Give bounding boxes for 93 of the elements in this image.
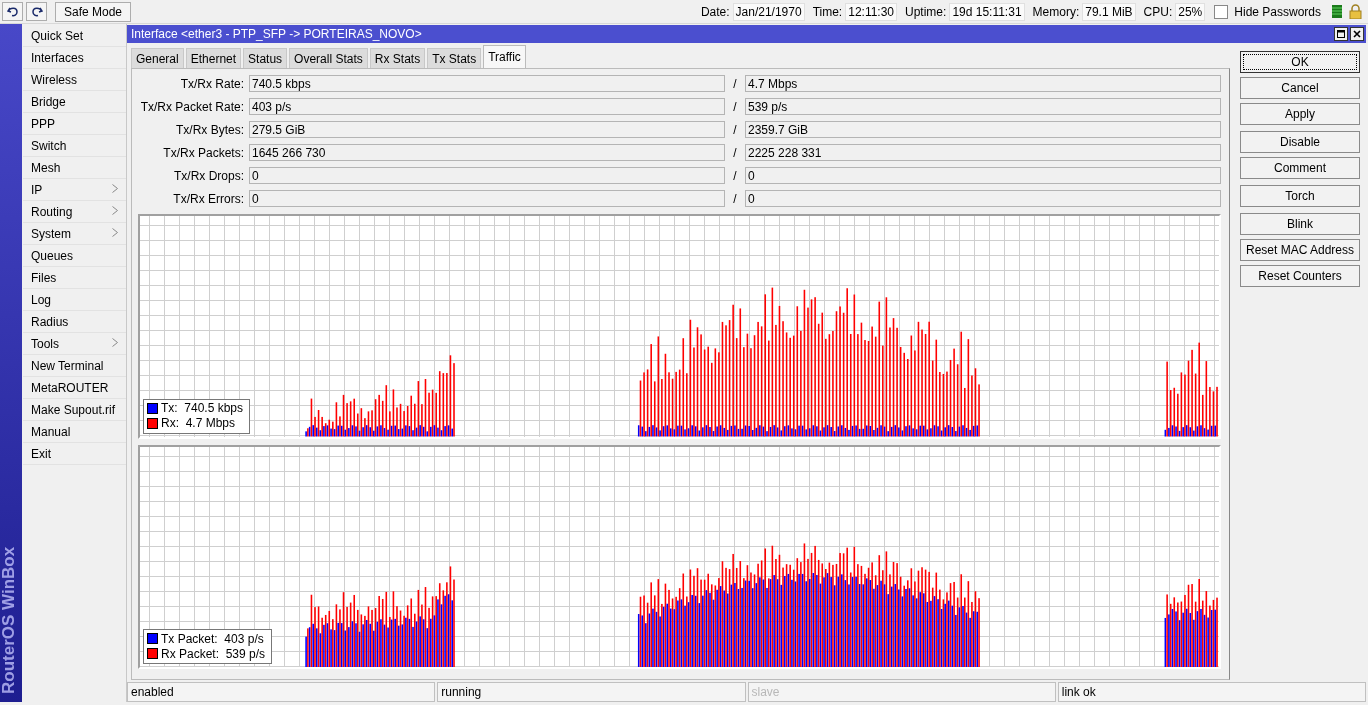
separator: / xyxy=(732,191,738,206)
signal-bars-icon xyxy=(1332,5,1342,18)
legend-label: Tx Packet: 403 p/s xyxy=(161,631,264,646)
tx-value-field: 1645 266 730 xyxy=(249,144,725,161)
menu-item[interactable]: Quick Set xyxy=(23,25,126,47)
action-button[interactable]: OK xyxy=(1240,51,1360,73)
menu-item[interactable]: MetaROUTER xyxy=(23,377,126,399)
separator: / xyxy=(732,76,738,91)
status-cell: running xyxy=(437,682,746,702)
status-label: Time: xyxy=(812,4,843,19)
status-value: 25% xyxy=(1175,2,1206,21)
action-button[interactable]: Comment xyxy=(1240,157,1360,179)
lock-icon xyxy=(1349,4,1362,19)
menu-item[interactable]: Routing xyxy=(23,201,126,223)
menu-item[interactable]: Make Supout.rif xyxy=(23,399,126,421)
undo-button[interactable] xyxy=(2,2,23,21)
tx-value-field: 403 p/s xyxy=(249,98,725,115)
menu-item[interactable]: Files xyxy=(23,267,126,289)
action-button[interactable]: Apply xyxy=(1240,103,1360,125)
tab[interactable]: Status xyxy=(243,48,288,68)
brand-text: RouterOS WinBox xyxy=(0,546,19,694)
status-value: 79.1 MiB xyxy=(1082,2,1136,21)
menu-item[interactable]: Interfaces xyxy=(23,47,126,69)
status-label: Date: xyxy=(700,4,730,19)
legend-label: Rx: 4.7 Mbps xyxy=(161,416,236,430)
status-label: Memory: xyxy=(1032,4,1080,19)
field-label: Tx/Rx Bytes: xyxy=(175,122,244,137)
rx-value-field: 539 p/s xyxy=(745,98,1221,115)
close-icon xyxy=(1353,30,1361,38)
menu-item[interactable]: PPP xyxy=(23,113,126,135)
tab[interactable]: Rx Stats xyxy=(369,48,426,68)
status-label: Uptime: xyxy=(905,4,947,19)
action-button[interactable]: Disable xyxy=(1240,131,1360,153)
rx-value-field: 4.7 Mbps xyxy=(745,75,1221,92)
tab[interactable]: General xyxy=(131,48,184,68)
action-button[interactable]: Reset Counters xyxy=(1240,265,1360,287)
tab[interactable]: Overall Stats xyxy=(289,48,368,68)
status-value: 12:11:30 xyxy=(845,2,898,21)
tab[interactable]: Traffic xyxy=(483,45,526,68)
hide-passwords-label: Hide Passwords xyxy=(1234,4,1321,19)
separator: / xyxy=(732,99,738,114)
rx-value-field: 0 xyxy=(745,190,1221,207)
status-cell: link ok xyxy=(1057,682,1366,702)
status-cell: slave xyxy=(747,682,1056,702)
rx-value-field: 0 xyxy=(745,167,1221,184)
field-label: Tx/Rx Rate: xyxy=(179,76,244,91)
menu-item[interactable]: System xyxy=(23,223,126,245)
tab[interactable]: Tx Stats xyxy=(427,48,482,68)
redo-icon xyxy=(30,6,43,17)
menu-item[interactable]: Switch xyxy=(23,135,126,157)
menu-item[interactable]: Log xyxy=(23,289,126,311)
menu-item[interactable]: Bridge xyxy=(23,91,126,113)
window-title: Interface <ether3 - PTP_SFP -> PORTEIRAS_NOVO> xyxy=(131,27,423,41)
hide-passwords-checkbox[interactable] xyxy=(1214,4,1229,19)
separator: / xyxy=(732,145,738,160)
tx-value-field: 0 xyxy=(249,190,725,207)
status-label: CPU: xyxy=(1143,4,1173,19)
tab[interactable]: Ethernet xyxy=(185,48,242,68)
menu-item[interactable]: Exit xyxy=(23,443,126,465)
menu-item[interactable]: IP xyxy=(23,179,126,201)
status-cell: enabled xyxy=(127,682,436,702)
action-button[interactable]: Blink xyxy=(1240,213,1360,235)
action-button[interactable]: Cancel xyxy=(1240,77,1360,99)
menu-item[interactable]: New Terminal xyxy=(23,355,126,377)
action-button[interactable]: Reset MAC Address xyxy=(1240,239,1360,261)
undo-icon xyxy=(6,6,19,17)
field-label: Tx/Rx Packet Rate: xyxy=(139,99,244,114)
menu-item[interactable]: Tools xyxy=(23,333,126,355)
tx-value-field: 279.5 GiB xyxy=(249,121,725,138)
tx-value-field: 0 xyxy=(249,167,725,184)
status-value: 19d 15:11:31 xyxy=(949,2,1025,21)
separator: / xyxy=(732,168,738,183)
field-label: Tx/Rx Errors: xyxy=(172,191,244,206)
redo-button[interactable] xyxy=(26,2,47,21)
menu-item[interactable]: Mesh xyxy=(23,157,126,179)
legend-label: Tx: 740.5 kbps xyxy=(161,401,244,415)
field-label: Tx/Rx Packets: xyxy=(162,145,244,160)
safe-mode-button[interactable]: Safe Mode xyxy=(55,1,132,22)
field-label: Tx/Rx Drops: xyxy=(173,168,244,183)
rx-value-field: 2359.7 GiB xyxy=(745,121,1221,138)
menu-item[interactable]: Manual xyxy=(23,421,126,443)
menu-item[interactable]: Queues xyxy=(23,245,126,267)
action-button[interactable]: Torch xyxy=(1240,185,1360,207)
restore-button[interactable] xyxy=(1334,27,1348,41)
rx-value-field: 2225 228 331 xyxy=(745,144,1221,161)
menu-item[interactable]: Radius xyxy=(23,311,126,333)
menu-item[interactable]: Wireless xyxy=(23,69,126,91)
separator: / xyxy=(732,122,738,137)
restore-icon xyxy=(1337,30,1345,38)
close-button[interactable] xyxy=(1350,27,1364,41)
status-value: Jan/21/1970 xyxy=(732,2,805,21)
legend-label: Rx Packet: 539 p/s xyxy=(161,646,266,661)
tx-value-field: 740.5 kbps xyxy=(249,75,725,92)
